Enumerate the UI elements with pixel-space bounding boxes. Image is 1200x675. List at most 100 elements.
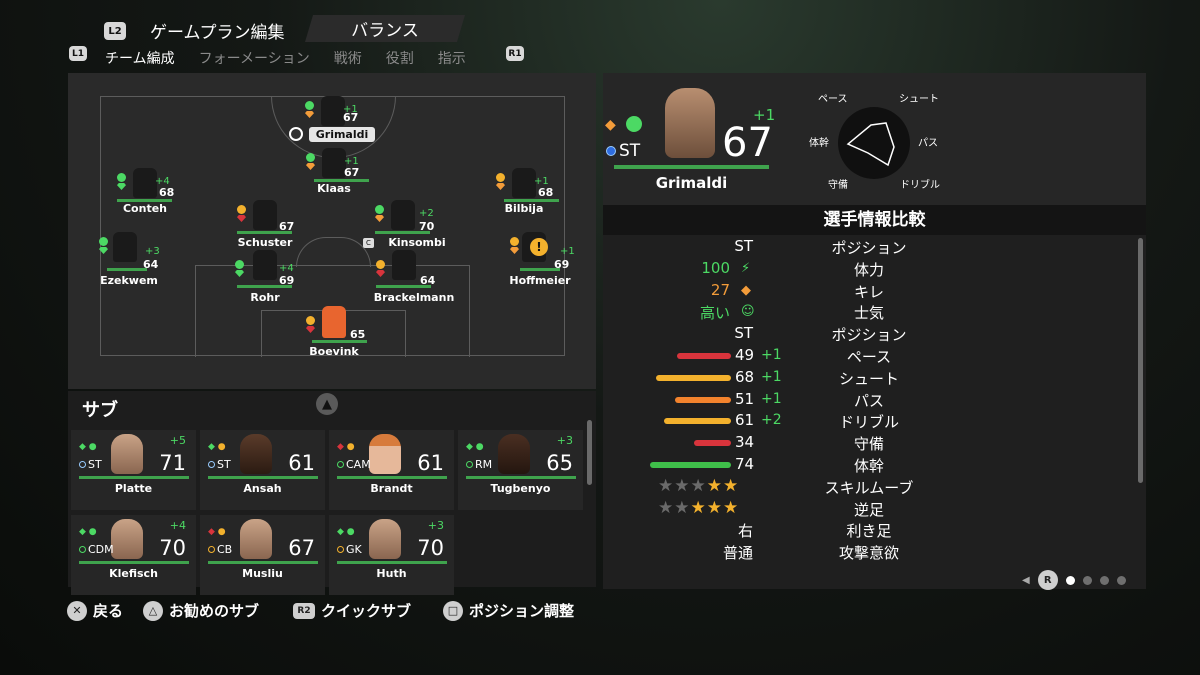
- sub-card-musliu[interactable]: ◆ ● 67 CB Musliu: [200, 515, 325, 595]
- selected-player-ovr: 67: [722, 120, 773, 166]
- morale-icon: [305, 101, 314, 110]
- compare-row: ★★★★★ スキルムーブ: [603, 476, 1133, 498]
- morale-icon: [237, 205, 246, 214]
- stat-bar: [656, 374, 731, 381]
- stat-label: ペース: [846, 348, 892, 366]
- page-dot[interactable]: [1099, 575, 1109, 585]
- morale-icon: [375, 205, 384, 214]
- stat-value: 34: [735, 433, 755, 452]
- position-label: CDM: [88, 543, 114, 556]
- l2-button-icon[interactable]: L2: [104, 22, 126, 40]
- ovr-boost: +1: [560, 246, 575, 257]
- selected-player-position: ST: [619, 141, 641, 161]
- player-name: Huth: [376, 567, 407, 580]
- position-dot-icon: [337, 546, 344, 553]
- player-ovr: 71: [159, 451, 186, 475]
- l1-button-icon[interactable]: L1: [69, 46, 87, 61]
- tab-roles[interactable]: 役割: [384, 46, 416, 70]
- stat-value: 61: [735, 411, 755, 430]
- tab-tactics[interactable]: 戦術: [332, 46, 364, 70]
- tab-formation[interactable]: フォーメーション: [197, 46, 312, 70]
- player-ovr: 68: [159, 186, 175, 199]
- stat-label: ドリブル: [838, 413, 899, 432]
- selected-player-name: Grimaldi: [655, 174, 728, 192]
- player-name: Platte: [114, 482, 153, 495]
- player-name: Conteh: [122, 202, 167, 215]
- pitch-player-brackelmann[interactable]: 64 Brackelmann: [354, 250, 454, 304]
- position-adjust-action[interactable]: □ ポジション調整: [443, 600, 574, 621]
- r1-button-icon[interactable]: R1: [506, 46, 524, 61]
- stat-label: 守備: [853, 435, 884, 454]
- recommended-sub-action[interactable]: △ お勧めのサブ: [143, 600, 259, 621]
- stat-label: ポジション: [831, 239, 907, 257]
- pitch-player-grimaldi[interactable]: +1 67 Grimaldi: [283, 96, 383, 146]
- kit-icon: [392, 250, 416, 280]
- morale-icon: ☺: [741, 304, 755, 320]
- tab-team-lineup[interactable]: チーム編成: [103, 46, 177, 70]
- compare-scrollbar[interactable]: [1138, 238, 1143, 483]
- arrow-left-icon[interactable]: ◀: [1022, 575, 1030, 586]
- stamina-bar: [466, 476, 576, 479]
- morale-icon: [235, 260, 244, 269]
- status-icons: ◆ ●: [208, 442, 226, 452]
- compare-row: ST ポジション: [603, 236, 1133, 258]
- sub-card-tugbenyo[interactable]: ◆ ● +3 65 RM Tugbenyo: [458, 430, 583, 510]
- star-icon: ★: [674, 497, 691, 518]
- player-ovr: 61: [417, 451, 444, 475]
- star-icon: ★: [658, 497, 675, 518]
- page-dot[interactable]: [1116, 575, 1126, 585]
- footer-label: ポジション調整: [469, 602, 575, 620]
- stat-bar: [663, 418, 731, 425]
- stat-label: 体力: [853, 260, 884, 279]
- tab-instructions[interactable]: 指示: [436, 46, 468, 70]
- player-position: CAM: [337, 458, 371, 471]
- sub-card-ansah[interactable]: ◆ ● 61 ST Ansah: [200, 430, 325, 510]
- player-position: RM: [466, 458, 492, 471]
- stat-boost: +1: [761, 368, 782, 385]
- quick-sub-action[interactable]: R2 クイックサブ: [293, 600, 411, 621]
- morale-icon: [306, 153, 315, 162]
- pitch-player-kinsombi[interactable]: +2 70 C Kinsombi: [353, 200, 453, 249]
- page-dot[interactable]: [1082, 575, 1092, 585]
- selection-ring-icon: [289, 127, 303, 141]
- pitch-player-schuster[interactable]: 67 Schuster: [215, 200, 315, 249]
- sub-card-platte[interactable]: ◆ ● +5 71 ST Platte: [71, 430, 196, 510]
- subs-scrollbar[interactable]: [587, 420, 592, 485]
- kit-icon: [133, 168, 157, 198]
- radar-shape: [846, 122, 895, 167]
- radar-label-physical: 体幹: [809, 138, 829, 149]
- position-dot-icon: [208, 461, 215, 468]
- stat-value: ST: [734, 237, 753, 255]
- sub-card-klefisch[interactable]: ◆ ● +4 70 CDM Klefisch: [71, 515, 196, 595]
- player-ovr: 70: [159, 536, 186, 560]
- player-name: Ezekwem: [100, 274, 158, 287]
- pitch-player-hoffmeier[interactable]: ! +1 69 Hoffmeier: [490, 232, 590, 287]
- arrow-up-icon[interactable]: ▲: [316, 393, 338, 415]
- r-stick-icon[interactable]: R: [1037, 570, 1058, 590]
- stamina-bar: [107, 268, 147, 271]
- page-dot-active[interactable]: [1065, 575, 1075, 585]
- position-label: ST: [217, 458, 231, 471]
- stat-label: 利き足: [846, 522, 892, 541]
- radar-label-shooting: シュート: [899, 94, 939, 105]
- warning-icon: !: [530, 238, 548, 256]
- pitch-player-bilbija[interactable]: +1 68 Bilbija: [474, 168, 574, 216]
- pitch-player-boevink[interactable]: 65 Boevink: [284, 306, 384, 358]
- pitch-player-ezekwem[interactable]: +3 64 Ezekwem: [79, 232, 179, 287]
- player-name: Musliu: [242, 567, 283, 580]
- pitch-player-conteh[interactable]: +4 68 Conteh: [95, 168, 195, 216]
- radar-label-pace: ペース: [818, 94, 848, 105]
- game-plan-selector[interactable]: バランス: [305, 15, 465, 42]
- back-action[interactable]: ✕ 戻る: [67, 600, 123, 621]
- player-ovr: 70: [417, 536, 444, 560]
- sharpness-icon: [496, 183, 505, 190]
- pitch-player-klaas[interactable]: +1 67 Klaas: [284, 148, 384, 196]
- status-icons: ◆ ●: [79, 442, 97, 452]
- sub-card-huth[interactable]: ◆ ● +3 70 GK Huth: [329, 515, 454, 595]
- sharpness-icon: [305, 111, 314, 118]
- pitch-player-rohr[interactable]: +4 69 Rohr: [215, 250, 315, 304]
- sub-card-brandt[interactable]: ◆ ● 61 CAM Brandt: [329, 430, 454, 510]
- position-label: GK: [346, 543, 362, 556]
- stamina-bar: [237, 285, 292, 288]
- status-icons: ◆ ●: [208, 527, 226, 537]
